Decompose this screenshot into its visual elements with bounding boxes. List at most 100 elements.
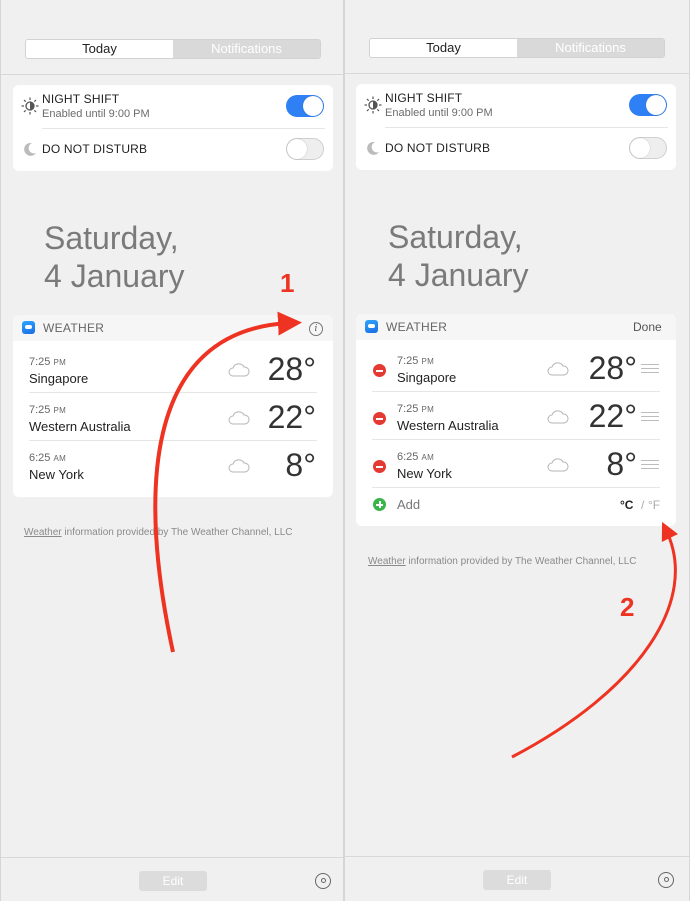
- night-shift-toggle[interactable]: [629, 94, 667, 116]
- dnd-toggle[interactable]: [629, 137, 667, 159]
- ampm: PM: [53, 406, 67, 415]
- weather-title: WEATHER: [43, 321, 105, 335]
- date-heading: Saturday, 4 January: [388, 218, 529, 294]
- weather-credit: Weather information provided by The Weat…: [368, 556, 637, 567]
- tab-notifications[interactable]: Notifications: [517, 39, 664, 57]
- local-time: 6:25 AM: [29, 452, 66, 464]
- ampm: PM: [421, 405, 435, 414]
- moon-icon: [24, 142, 36, 156]
- done-button[interactable]: Done: [633, 320, 662, 334]
- unit-separator: /: [641, 498, 645, 512]
- divider: [345, 856, 689, 857]
- date-weekday: Saturday,: [44, 220, 179, 256]
- city-name: Western Australia: [397, 418, 499, 433]
- add-location-row[interactable]: Add °C / °F: [356, 497, 676, 518]
- weather-row: 6:25 AM New York 8°: [356, 438, 676, 486]
- tab-notifications[interactable]: Notifications: [173, 40, 320, 58]
- temperature: 22°: [588, 398, 637, 434]
- toggle-knob: [630, 138, 650, 158]
- weather-app-icon: [365, 320, 378, 333]
- night-shift-icon: [364, 96, 382, 114]
- reorder-handle-icon[interactable]: [641, 460, 659, 469]
- notification-center-panel-right: Today Notifications NIGHT SHIFT Enabled …: [344, 0, 690, 901]
- tab-switcher: Today Notifications: [25, 39, 321, 59]
- temperature: 28°: [588, 350, 637, 386]
- ampm: PM: [421, 357, 435, 366]
- ampm: AM: [53, 454, 67, 463]
- weather-title: WEATHER: [386, 320, 448, 334]
- add-location-label[interactable]: Add: [397, 497, 420, 512]
- tab-today[interactable]: Today: [26, 40, 173, 58]
- fahrenheit-option[interactable]: °F: [648, 498, 660, 512]
- tab-today[interactable]: Today: [370, 39, 517, 57]
- weather-row: 7:25 PM Singapore 28°: [13, 343, 333, 391]
- city-name: Western Australia: [29, 419, 131, 434]
- weather-widget-edit-mode: WEATHER Done 7:25 PM Singapore 28° 7:25 …: [356, 314, 676, 526]
- divider: [1, 74, 343, 75]
- city-name: New York: [397, 466, 452, 481]
- gear-icon[interactable]: [658, 872, 674, 888]
- divider: [345, 73, 689, 74]
- date-day-month: 4 January: [44, 258, 185, 294]
- remove-location-button[interactable]: [373, 364, 386, 377]
- remove-location-button[interactable]: [373, 412, 386, 425]
- temperature: 28°: [267, 351, 316, 387]
- weather-row: 6:25 AM New York 8°: [13, 439, 333, 487]
- ampm: PM: [53, 358, 67, 367]
- add-icon[interactable]: [373, 498, 386, 511]
- dnd-row: DO NOT DISTURB: [13, 128, 333, 170]
- info-icon[interactable]: i: [309, 322, 323, 336]
- time-value: 6:25: [397, 451, 419, 463]
- edit-button[interactable]: Edit: [483, 870, 551, 890]
- celsius-option[interactable]: °C: [620, 498, 633, 512]
- local-time: 7:25 PM: [29, 404, 66, 416]
- remove-location-button[interactable]: [373, 460, 386, 473]
- local-time: 6:25 AM: [397, 451, 434, 463]
- divider: [372, 487, 660, 488]
- local-time: 7:25 PM: [397, 403, 434, 415]
- quick-toggles-card: NIGHT SHIFT Enabled until 9:00 PM DO NOT…: [356, 84, 676, 170]
- weather-credit: Weather information provided by The Weat…: [24, 527, 293, 538]
- weather-widget: WEATHER i 7:25 PM Singapore 28° 7:25 PM …: [13, 315, 333, 497]
- dnd-row: DO NOT DISTURB: [356, 127, 676, 169]
- time-value: 7:25: [397, 355, 419, 367]
- moon-icon: [367, 141, 379, 155]
- toggle-knob: [287, 139, 307, 159]
- city-name: Singapore: [397, 370, 457, 385]
- time-value: 7:25: [29, 404, 51, 416]
- edit-button[interactable]: Edit: [139, 871, 207, 891]
- reorder-handle-icon[interactable]: [641, 412, 659, 421]
- date-heading: Saturday, 4 January: [44, 219, 185, 295]
- divider: [1, 857, 343, 858]
- dnd-title: DO NOT DISTURB: [385, 141, 491, 155]
- night-shift-subtitle: Enabled until 9:00 PM: [385, 107, 493, 119]
- temperature: 8°: [606, 446, 637, 482]
- local-time: 7:25 PM: [397, 355, 434, 367]
- time-value: 7:25: [397, 403, 419, 415]
- dnd-toggle[interactable]: [286, 138, 324, 160]
- weather-credit-text: information provided by The Weather Chan…: [61, 527, 293, 538]
- night-shift-toggle[interactable]: [286, 95, 324, 117]
- cloud-icon: [547, 362, 569, 376]
- temperature: 22°: [267, 399, 316, 435]
- cloud-icon: [547, 410, 569, 424]
- date-day-month: 4 January: [388, 257, 529, 293]
- date-weekday: Saturday,: [388, 219, 523, 255]
- night-shift-title: NIGHT SHIFT: [42, 92, 120, 106]
- weather-header: WEATHER Done: [356, 314, 676, 340]
- weather-credit-link[interactable]: Weather: [24, 527, 62, 538]
- temperature: 8°: [285, 447, 316, 483]
- annotation-label-2: 2: [620, 592, 635, 622]
- gear-icon[interactable]: [315, 873, 331, 889]
- dnd-title: DO NOT DISTURB: [42, 142, 148, 156]
- time-value: 6:25: [29, 452, 51, 464]
- reorder-handle-icon[interactable]: [641, 364, 659, 373]
- weather-credit-text: information provided by The Weather Chan…: [405, 556, 637, 567]
- tab-switcher: Today Notifications: [369, 38, 665, 58]
- night-shift-subtitle: Enabled until 9:00 PM: [42, 108, 150, 120]
- weather-credit-link[interactable]: Weather: [368, 556, 406, 567]
- toggle-knob: [303, 96, 323, 116]
- time-value: 7:25: [29, 356, 51, 368]
- weather-row: 7:25 PM Western Australia 22°: [356, 390, 676, 438]
- weather-header: WEATHER i: [13, 315, 333, 341]
